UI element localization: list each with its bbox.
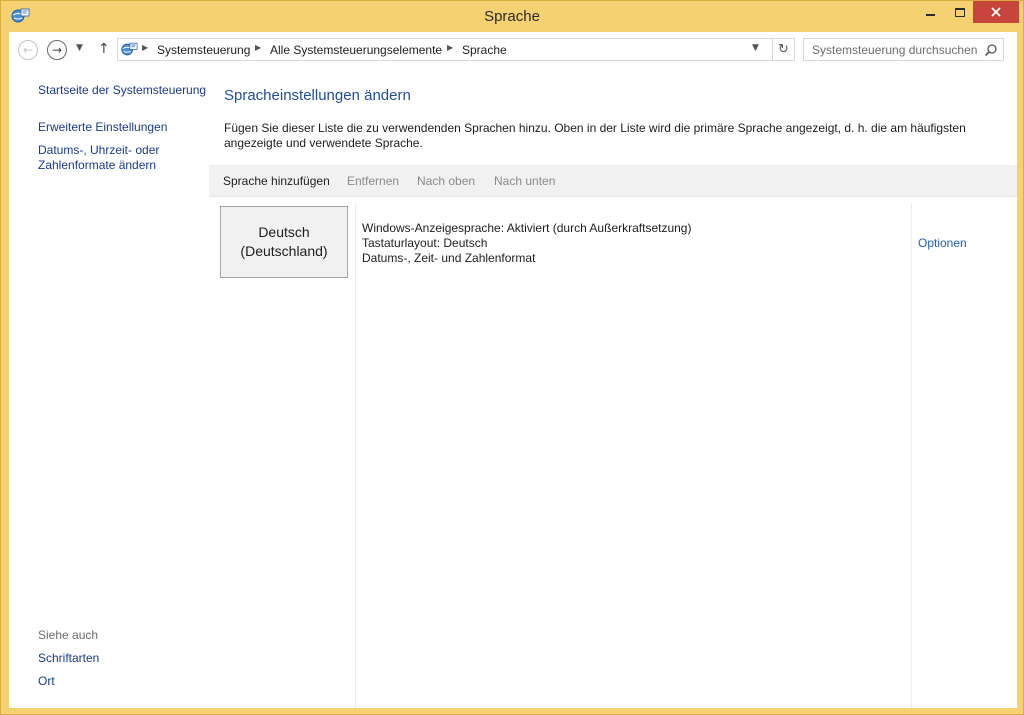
keyboard-layout: Tastaturlayout: Deutsch: [362, 236, 488, 250]
title-bar[interactable]: Sprache: [1, 1, 1023, 32]
description-line: Fügen Sie dieser Liste die zu verwendend…: [224, 121, 966, 135]
recent-locations-dropdown[interactable]: ▼: [76, 43, 83, 53]
description-line: angezeigte und verwendete Sprache.: [224, 136, 423, 150]
maximize-icon: [954, 7, 965, 17]
options-link[interactable]: Optionen: [918, 236, 967, 250]
arrow-left-icon: ←: [22, 43, 34, 57]
language-tile-deutsch[interactable]: Deutsch (Deutschland): [220, 206, 348, 278]
refresh-button[interactable]: ↻: [773, 38, 795, 61]
navigation-bar: ← → ▼ ↑ ▶ Systemsteuerung ▶ Alle Systems…: [9, 32, 1017, 68]
link-datums-formate-line1[interactable]: Datums-, Uhrzeit- oder: [38, 143, 159, 158]
minimize-button[interactable]: [917, 1, 944, 23]
search-input[interactable]: Systemsteuerung durchsuchen: [803, 38, 1004, 61]
content-area: Startseite der Systemsteuerung Erweitert…: [9, 68, 1017, 708]
task-pane: Startseite der Systemsteuerung Erweitert…: [9, 68, 209, 708]
column-divider: [355, 203, 356, 708]
forward-button[interactable]: →: [47, 40, 67, 60]
link-schriftarten[interactable]: Schriftarten: [38, 651, 99, 666]
arrow-up-icon: ↑: [98, 41, 110, 57]
move-down-button[interactable]: Nach unten: [494, 174, 555, 188]
link-erweiterte-einstellungen[interactable]: Erweiterte Einstellungen: [38, 120, 167, 135]
breadcrumb-systemsteuerung[interactable]: Systemsteuerung: [157, 43, 250, 57]
address-bar[interactable]: ▶ Systemsteuerung ▶ Alle Systemsteuerung…: [117, 38, 773, 61]
close-icon: [991, 7, 1001, 17]
breadcrumb-alle-elemente[interactable]: Alle Systemsteuerungselemente: [270, 43, 442, 57]
language-toolbar: Sprache hinzufügen Entfernen Nach oben N…: [209, 165, 1017, 197]
language-region: (Deutschland): [240, 243, 328, 259]
window-title: Sprache: [484, 8, 540, 25]
move-up-button[interactable]: Nach oben: [417, 174, 475, 188]
chevron-down-icon: ▼: [76, 43, 83, 53]
add-language-button[interactable]: Sprache hinzufügen: [223, 174, 330, 188]
display-language-status: Windows-Anzeigesprache: Aktiviert (durch…: [362, 221, 692, 235]
back-button[interactable]: ←: [18, 40, 38, 60]
arrow-right-icon: →: [51, 43, 63, 57]
page-description: Fügen Sie dieser Liste die zu verwendend…: [224, 121, 984, 151]
language-details: Windows-Anzeigesprache: Aktiviert (durch…: [362, 221, 691, 266]
link-datums-formate-line2[interactable]: Zahlenformate ändern: [38, 158, 156, 173]
page-title: Spracheinstellungen ändern: [224, 87, 411, 104]
remove-button[interactable]: Entfernen: [347, 174, 399, 188]
window-frame: Sprache ← → ▼ ↑ ▶ Systemsteuerung ▶ Alle…: [0, 0, 1024, 715]
link-ort[interactable]: Ort: [38, 674, 55, 689]
language-list: Deutsch (Deutschland) Windows-Anzeigespr…: [209, 198, 1017, 708]
close-button[interactable]: [973, 1, 1019, 23]
date-time-number-format: Datums-, Zeit- und Zahlenformat: [362, 251, 536, 265]
address-dropdown-icon[interactable]: ▼: [752, 43, 759, 53]
breadcrumb-separator-icon[interactable]: ▶: [142, 43, 148, 52]
breadcrumb-sprache[interactable]: Sprache: [462, 43, 507, 57]
language-name: Deutsch: [258, 224, 310, 240]
search-placeholder: Systemsteuerung durchsuchen: [812, 43, 978, 57]
minimize-icon: [926, 14, 935, 16]
breadcrumb-separator-icon[interactable]: ▶: [255, 43, 261, 52]
breadcrumb-separator-icon[interactable]: ▶: [447, 43, 453, 52]
search-icon[interactable]: [984, 43, 998, 57]
refresh-icon: ↻: [778, 42, 789, 57]
up-button[interactable]: ↑: [98, 41, 110, 57]
link-startseite[interactable]: Startseite der Systemsteuerung: [38, 83, 206, 98]
language-globe-icon: [121, 42, 138, 56]
maximize-button[interactable]: [946, 1, 973, 23]
see-also-heading: Siehe auch: [38, 628, 99, 642]
column-divider: [911, 203, 912, 708]
